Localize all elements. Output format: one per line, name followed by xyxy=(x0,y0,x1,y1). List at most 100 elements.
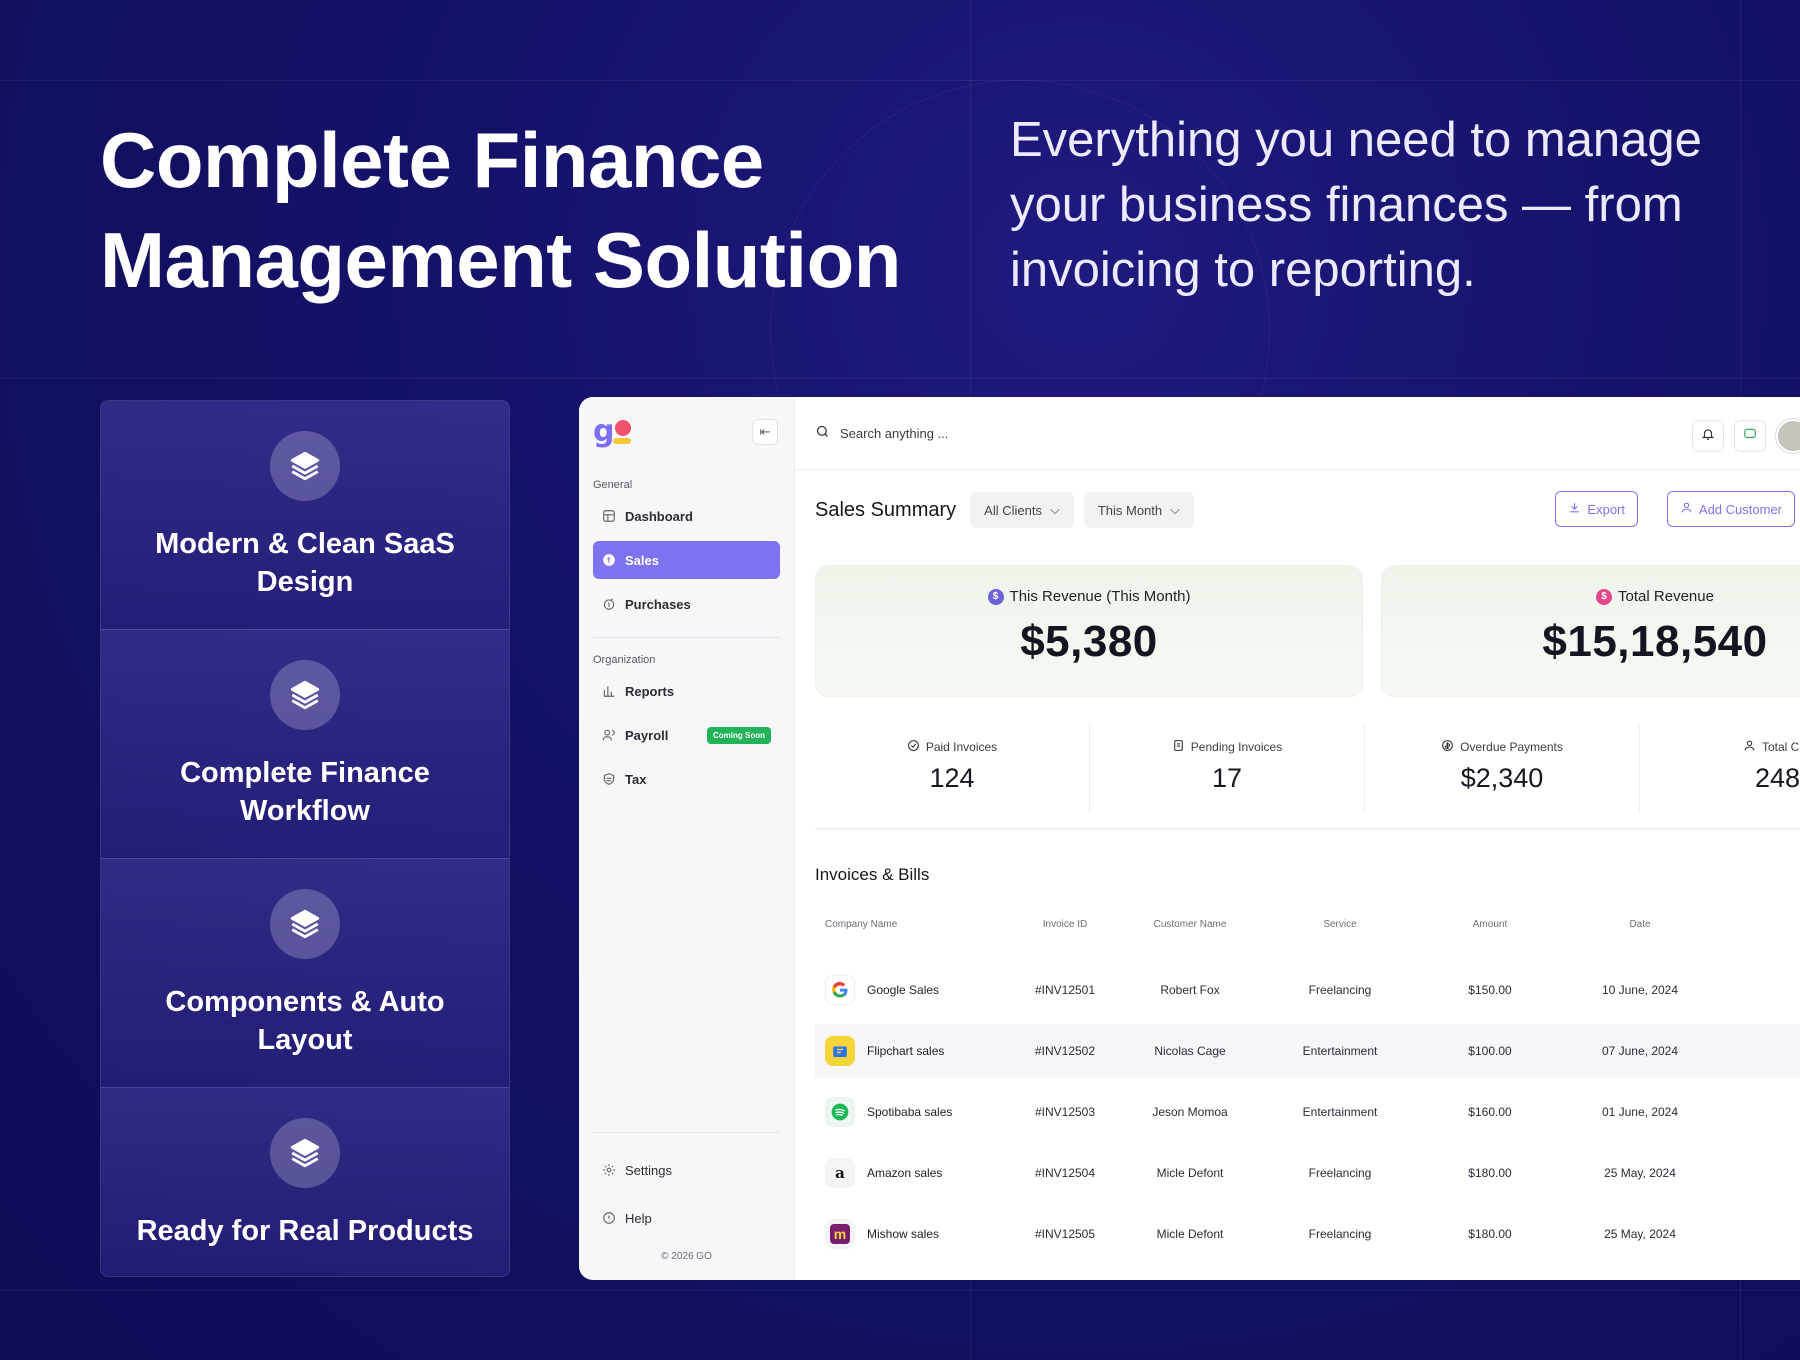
revenue-label: $ This Revenue (This Month) xyxy=(816,588,1362,605)
logo-dot xyxy=(613,420,632,444)
service: Freelancing xyxy=(1308,1166,1372,1180)
copyright: © 2026 GO xyxy=(661,1251,712,1262)
avatar[interactable] xyxy=(1776,419,1800,453)
stat-label-text: Overdue Payments xyxy=(1460,740,1563,754)
feature-label: Modern & Clean SaaS Design xyxy=(155,528,455,598)
export-button[interactable]: Export xyxy=(1555,491,1638,527)
table-row[interactable]: Spotibaba sales #INV12503 Jeson Momoa En… xyxy=(815,1085,1800,1139)
sidebar-item-purchases[interactable]: Purchases xyxy=(593,585,780,623)
sidebar-item-dashboard[interactable]: Dashboard xyxy=(593,497,780,535)
export-label: Export xyxy=(1587,501,1625,517)
sidebar-item-label: Purchases xyxy=(625,596,691,612)
customer-name: Micle Defont xyxy=(1156,1166,1224,1180)
hero-title-line1: Complete Finance xyxy=(100,116,764,204)
column-header[interactable]: Invoice ID xyxy=(1030,919,1100,930)
sidebar-item-sales[interactable]: Sales xyxy=(593,541,780,579)
sidebar-item-help[interactable]: Help xyxy=(593,1199,780,1237)
amount: $180.00 xyxy=(1468,1227,1512,1241)
spotify-logo-icon xyxy=(825,1097,855,1127)
stat-label-text: Total Cus xyxy=(1761,740,1800,754)
feature-card: Components & Auto Layout xyxy=(101,859,509,1088)
dollar-icon: $ xyxy=(1596,588,1613,605)
feature-label: Components & Auto Layout xyxy=(165,986,445,1056)
amazon-logo-icon: a xyxy=(825,1158,855,1188)
divider xyxy=(815,828,1800,829)
stat-label: Pending Invoices xyxy=(1090,739,1364,755)
sidebar-item-payroll[interactable]: Payroll Coming Soon xyxy=(593,716,780,754)
sidebar-item-reports[interactable]: Reports xyxy=(593,672,780,710)
date: 07 June, 2024 xyxy=(1601,1044,1679,1058)
clients-filter[interactable]: All Clients ⌵ xyxy=(970,492,1074,528)
chevron-down-icon: ⌵ xyxy=(1049,502,1060,517)
bell-icon xyxy=(1701,427,1715,446)
period-filter[interactable]: This Month ⌵ xyxy=(1083,492,1194,528)
sidebar-footer: Settings Help © 2026 GO xyxy=(593,1118,780,1262)
company-name: Spotibaba sales xyxy=(867,1105,953,1119)
search-placeholder: Search anything ... xyxy=(840,425,949,441)
hero-subtitle: Everything you need to manage your busin… xyxy=(1010,113,1702,297)
stat-overdue-payments: Overdue Payments $2,340 xyxy=(1365,725,1640,813)
sidebar-item-settings[interactable]: Settings xyxy=(593,1151,780,1189)
column-header[interactable]: Company Name xyxy=(825,919,897,930)
table-row[interactable]: Google Sales #INV12501 Robert Fox Freela… xyxy=(815,963,1800,1017)
document-icon xyxy=(1172,739,1185,755)
column-header[interactable]: Service xyxy=(1290,919,1390,930)
company-name: Google Sales xyxy=(867,983,940,997)
user-icon xyxy=(1743,739,1756,755)
sidebar-section-organization: Organization xyxy=(593,654,656,666)
help-icon xyxy=(602,1211,616,1225)
customer-name: Robert Fox xyxy=(1160,983,1220,997)
table-row[interactable]: a Amazon sales #INV12504 Micle Defont Fr… xyxy=(815,1146,1800,1200)
service: Entertainment xyxy=(1302,1105,1378,1119)
invoice-id: #INV12504 xyxy=(1034,1166,1096,1180)
layers-icon xyxy=(270,660,340,730)
column-header[interactable]: Customer Name xyxy=(1140,919,1240,930)
collapse-sidebar-button[interactable]: ⇤ xyxy=(752,419,778,445)
invoice-id: #INV12502 xyxy=(1034,1044,1096,1058)
revenue-value: $15,18,540 xyxy=(1542,617,1768,666)
table-row[interactable]: m Mishow sales #INV12505 Micle Defont Fr… xyxy=(815,1207,1800,1261)
customer-name: Micle Defont xyxy=(1156,1227,1224,1241)
sidebar-item-tax[interactable]: Tax xyxy=(593,760,780,798)
page-title: Sales Summary xyxy=(815,498,957,521)
hero-title-line2: Management Solution xyxy=(100,216,901,304)
topbar: Search anything ... xyxy=(795,397,1800,470)
company-name: Mishow sales xyxy=(867,1227,940,1241)
stat-value: 124 xyxy=(929,763,975,793)
amount: $180.00 xyxy=(1468,1166,1512,1180)
sidebar-item-label: Sales xyxy=(625,552,659,568)
table-row[interactable]: Flipchart sales #INV12502 Nicolas Cage E… xyxy=(815,1024,1800,1078)
service: Entertainment xyxy=(1302,1044,1378,1058)
sidebar-item-label: Help xyxy=(625,1210,652,1226)
add-customer-label: Add Customer xyxy=(1698,501,1782,517)
stat-label: Total Cus xyxy=(1640,739,1800,755)
bg-gridline xyxy=(0,1290,1800,1291)
column-header[interactable]: Amount xyxy=(1440,919,1540,930)
users-icon xyxy=(602,728,616,742)
column-header[interactable]: Date xyxy=(1590,919,1690,930)
layers-icon xyxy=(270,889,340,959)
service: Freelancing xyxy=(1308,983,1372,997)
bar-chart-icon xyxy=(602,684,616,698)
sidebar: g ⇤ General Dashboard Sales Purchases Or… xyxy=(579,397,795,1280)
search-input[interactable]: Search anything ... xyxy=(815,424,948,442)
date: 10 June, 2024 xyxy=(1601,983,1679,997)
stat-label: Overdue Payments xyxy=(1365,739,1639,755)
app-window: g ⇤ General Dashboard Sales Purchases Or… xyxy=(579,397,1800,1280)
messages-button[interactable] xyxy=(1734,420,1766,452)
add-customer-button[interactable]: Add Customer xyxy=(1666,491,1795,527)
sidebar-item-label: Tax xyxy=(625,771,647,787)
period-filter-label: This Month xyxy=(1097,502,1163,518)
sidebar-item-label: Dashboard xyxy=(625,508,693,524)
notification-button[interactable] xyxy=(1692,420,1724,452)
revenue-card-total: $ Total Revenue $15,18,540 xyxy=(1381,565,1800,697)
bg-gridline xyxy=(0,80,1800,81)
service: Freelancing xyxy=(1308,1227,1372,1241)
amount: $160.00 xyxy=(1468,1105,1512,1119)
coming-soon-badge: Coming Soon xyxy=(707,726,771,744)
sidebar-divider xyxy=(593,637,780,638)
dollar-circle-icon xyxy=(1441,739,1454,755)
stat-value: $2,340 xyxy=(1460,763,1544,793)
flipkart-logo-icon xyxy=(825,1036,855,1066)
layers-icon xyxy=(270,1118,340,1188)
